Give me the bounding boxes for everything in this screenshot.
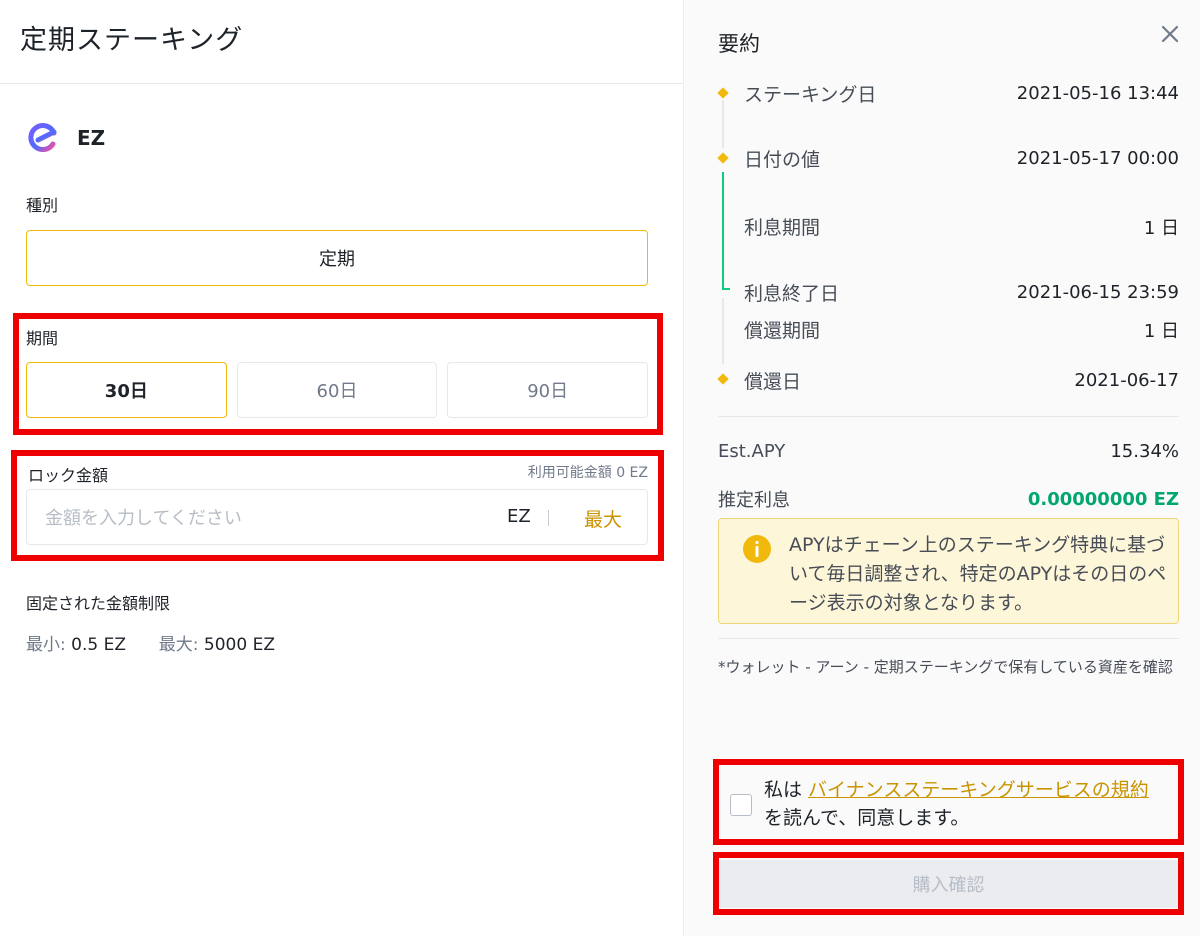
summary-row-redemption-date: 償還日 2021-06-17 [744, 367, 1179, 394]
row-value: 2021-06-15 23:59 [1016, 282, 1179, 303]
row-value: 2021-05-17 00:00 [1016, 148, 1179, 169]
timeline-line [722, 100, 724, 148]
coin-name: EZ [77, 126, 106, 150]
est-interest-value: 0.00000000 EZ [1027, 488, 1179, 510]
lock-amount-label: ロック金額 [28, 466, 109, 485]
divider [718, 638, 1179, 639]
type-label: 種別 [26, 196, 59, 215]
max-button[interactable]: 最大 [584, 505, 622, 532]
min-limit-key: 最小: [26, 635, 66, 655]
timeline-diamond-icon [717, 152, 729, 164]
row-value: 2021-05-16 13:44 [1016, 83, 1179, 104]
timeline-tick [722, 288, 730, 290]
terms-prefix: 私は [764, 779, 809, 801]
period-option-90[interactable]: 90日 [447, 362, 649, 418]
min-limit-value: 0.5 EZ [71, 635, 126, 655]
summary-row-staking-date: ステーキング日 2021-05-16 13:44 [744, 80, 1179, 107]
summary-row-redemption-period: 償還期間 1 日 [744, 316, 1179, 343]
period-option-60[interactable]: 60日 [236, 362, 438, 418]
period-option-30[interactable]: 30日 [26, 362, 227, 418]
amount-limit-row: 最小: 0.5 EZ 最大: 5000 EZ [26, 630, 275, 655]
max-limit-value: 5000 EZ [203, 635, 275, 655]
est-interest-key: 推定利息 [718, 490, 790, 511]
confirm-purchase-button[interactable]: 購入確認 [718, 860, 1179, 908]
terms-link[interactable]: バイナンスステーキングサービスの規約 [808, 779, 1149, 801]
coin-row: EZ [27, 120, 105, 156]
info-icon [743, 535, 771, 563]
page-title: 定期ステーキング [20, 25, 244, 56]
summary-panel: 要約 ステーキング日 2021-05-16 13:44 日付の値 2021-05… [683, 0, 1200, 936]
summary-row-interest-period: 利息期間 1 日 [744, 213, 1179, 240]
apy-notice: APYはチェーン上のステーキング特典に基づいて毎日調整され、特定のAPYはその日… [718, 518, 1179, 624]
row-value: 2021-06-17 [1074, 370, 1179, 391]
type-selector[interactable]: 定期 [26, 230, 648, 286]
timeline-diamond-icon [717, 87, 729, 99]
available-balance: 利用可能金額 0 EZ [527, 465, 648, 481]
amount-input[interactable] [45, 504, 485, 532]
est-interest-row: 推定利息 0.00000000 EZ [718, 486, 1179, 512]
period-label: 期間 [26, 329, 59, 348]
ez-coin-logo-icon [28, 123, 57, 152]
row-key: 償還日 [744, 371, 802, 393]
amount-field: EZ 最大 [26, 489, 648, 545]
divider [718, 416, 1179, 417]
row-key: 利息期間 [744, 217, 821, 239]
amount-limit-title: 固定された金額制限 [26, 594, 171, 613]
summary-row-interest-end: 利息終了日 2021-06-15 23:59 [744, 279, 1179, 306]
est-apy-row: Est.APY 15.34% [718, 441, 1179, 462]
summary-title: 要約 [718, 32, 760, 56]
amount-separator [548, 510, 549, 526]
wallet-note: *ウォレット - アーン - 定期ステーキングで保有している資産を確認 [718, 658, 1173, 676]
row-value: 1 日 [1143, 320, 1179, 342]
timeline-diamond-icon [717, 373, 729, 385]
row-key: 償還期間 [744, 320, 821, 342]
timeline-interest-line [722, 172, 724, 290]
amount-unit: EZ [507, 506, 531, 527]
period-options: 30日 60日 90日 [26, 362, 649, 418]
terms-checkbox[interactable] [730, 794, 752, 816]
close-icon[interactable] [1158, 22, 1182, 46]
panel-header: 定期ステーキング [0, 0, 683, 84]
apy-notice-text: APYはチェーン上のステーキング特典に基づいて毎日調整され、特定のAPYはその日… [789, 534, 1167, 614]
row-key: 利息終了日 [744, 283, 840, 305]
row-key: 日付の値 [744, 149, 821, 171]
row-value: 1 日 [1143, 217, 1179, 239]
max-limit-key: 最大: [158, 635, 199, 655]
est-apy-value: 15.34% [1110, 441, 1179, 462]
summary-row-value-date: 日付の値 2021-05-17 00:00 [744, 145, 1179, 172]
row-key: ステーキング日 [744, 84, 877, 106]
terms-text: 私は バイナンスステーキングサービスの規約 を読んで、同意します。 [764, 776, 1164, 832]
terms-suffix: を読んで、同意します。 [764, 807, 970, 829]
est-apy-key: Est.APY [718, 441, 786, 462]
terms-agreement: 私は バイナンスステーキングサービスの規約 を読んで、同意します。 [718, 770, 1179, 840]
timeline-line [722, 298, 724, 364]
staking-form-panel: 定期ステーキング EZ 種別 定期 期間 30日 60日 90日 ロック金額 利… [0, 0, 683, 936]
